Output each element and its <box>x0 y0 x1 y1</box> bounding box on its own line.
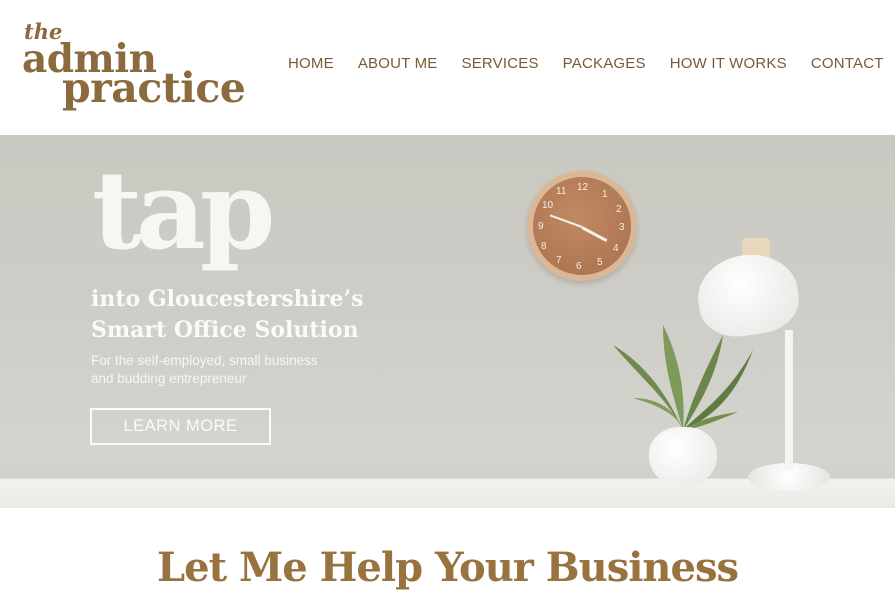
clock-number: 7 <box>556 255 562 266</box>
clock-number: 11 <box>556 186 567 197</box>
lamp-pole <box>785 330 793 470</box>
hero-tagline-line2: Smart Office Solution <box>91 317 359 343</box>
hero-subtext-line2: and budding entrepreneur <box>91 371 247 386</box>
clock-number: 12 <box>577 182 589 193</box>
hero-tagline: into Gloucestershire’s Smart Office Solu… <box>91 284 364 346</box>
section-heading: Let Me Help Your Business <box>157 544 739 591</box>
clock-number: 2 <box>616 204 622 215</box>
logo-line-practice: practice <box>62 64 246 112</box>
nav-services[interactable]: SERVICES <box>461 55 538 72</box>
clock-number: 9 <box>538 221 544 232</box>
clock-number: 5 <box>597 257 603 268</box>
plant-leaves-icon <box>613 325 753 430</box>
plant-pot <box>649 427 717 487</box>
nav-about-me[interactable]: ABOUT ME <box>358 55 438 72</box>
nav-home[interactable]: HOME <box>288 55 334 72</box>
hero-tagline-line1: into Gloucestershire’s <box>91 286 364 312</box>
site-header: the admin practice HOME ABOUT ME SERVICE… <box>0 0 895 135</box>
clock-number: 1 <box>602 189 608 200</box>
learn-more-button[interactable]: LEARN MORE <box>90 408 271 445</box>
clock-number: 10 <box>542 200 554 211</box>
nav-packages[interactable]: PACKAGES <box>563 55 646 72</box>
clock-number: 4 <box>613 243 619 254</box>
wall-clock-image: 12 1 2 3 4 5 6 7 8 9 10 11 <box>527 171 637 281</box>
hero-headline: tap <box>92 148 275 274</box>
clock-number: 6 <box>576 261 582 272</box>
clock-number: 3 <box>619 222 625 233</box>
nav-how-it-works[interactable]: HOW IT WORKS <box>670 55 787 72</box>
clock-number: 8 <box>541 241 547 252</box>
main-nav: HOME ABOUT ME SERVICES PACKAGES HOW IT W… <box>288 55 884 72</box>
hero-subtext-line1: For the self-employed, small business <box>91 353 318 368</box>
hero-subtext: For the self-employed, small business an… <box>91 352 318 388</box>
nav-contact[interactable]: CONTACT <box>811 55 884 72</box>
